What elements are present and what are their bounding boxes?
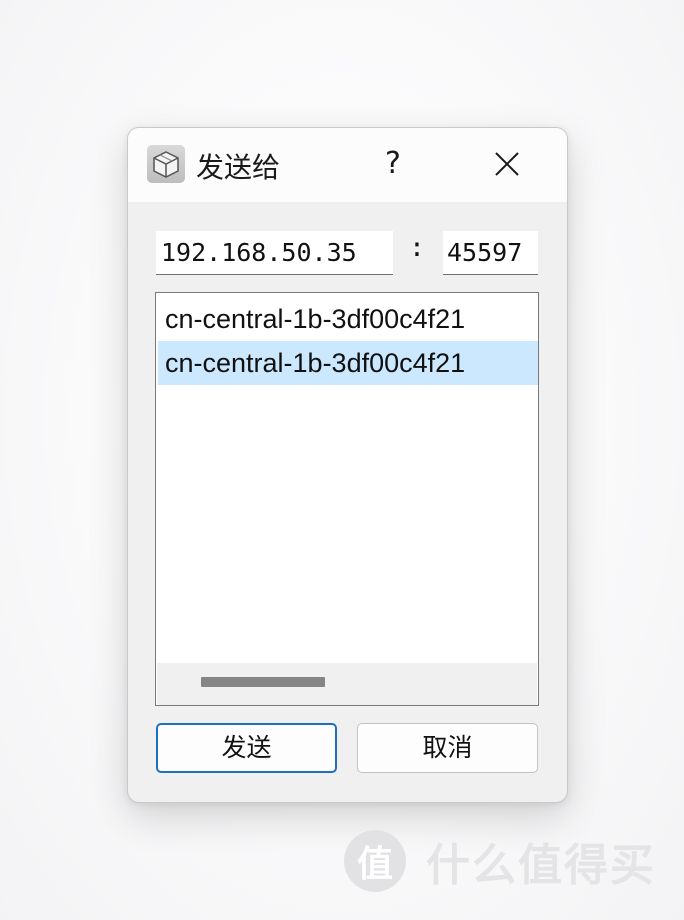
scrollbar-thumb[interactable]	[201, 677, 325, 687]
send-button[interactable]: 发送	[156, 723, 337, 773]
port-input[interactable]	[443, 231, 538, 275]
watermark: 值 什么值得买	[344, 826, 656, 896]
send-to-dialog: 发送给 ? : cn-central-1b-3df00c4f21 cn-cent…	[127, 127, 568, 803]
list-item[interactable]: cn-central-1b-3df00c4f21	[158, 297, 538, 341]
close-icon	[495, 152, 519, 176]
help-button[interactable]: ?	[376, 144, 410, 184]
close-button[interactable]	[487, 144, 527, 184]
dialog-title: 发送给	[196, 151, 281, 184]
ip-address-input[interactable]	[156, 231, 393, 275]
watermark-text: 什么值得买	[426, 840, 656, 891]
title-bar[interactable]: 发送给 ?	[128, 128, 567, 202]
watermark-logo: 值	[344, 830, 406, 892]
list-item-selected[interactable]: cn-central-1b-3df00c4f21	[158, 341, 538, 385]
package-box-icon	[147, 145, 185, 183]
cancel-button[interactable]: 取消	[357, 723, 538, 773]
host-listbox[interactable]: cn-central-1b-3df00c4f21 cn-central-1b-3…	[155, 292, 539, 706]
horizontal-scrollbar[interactable]	[157, 663, 537, 705]
address-port-separator: :	[409, 233, 425, 263]
